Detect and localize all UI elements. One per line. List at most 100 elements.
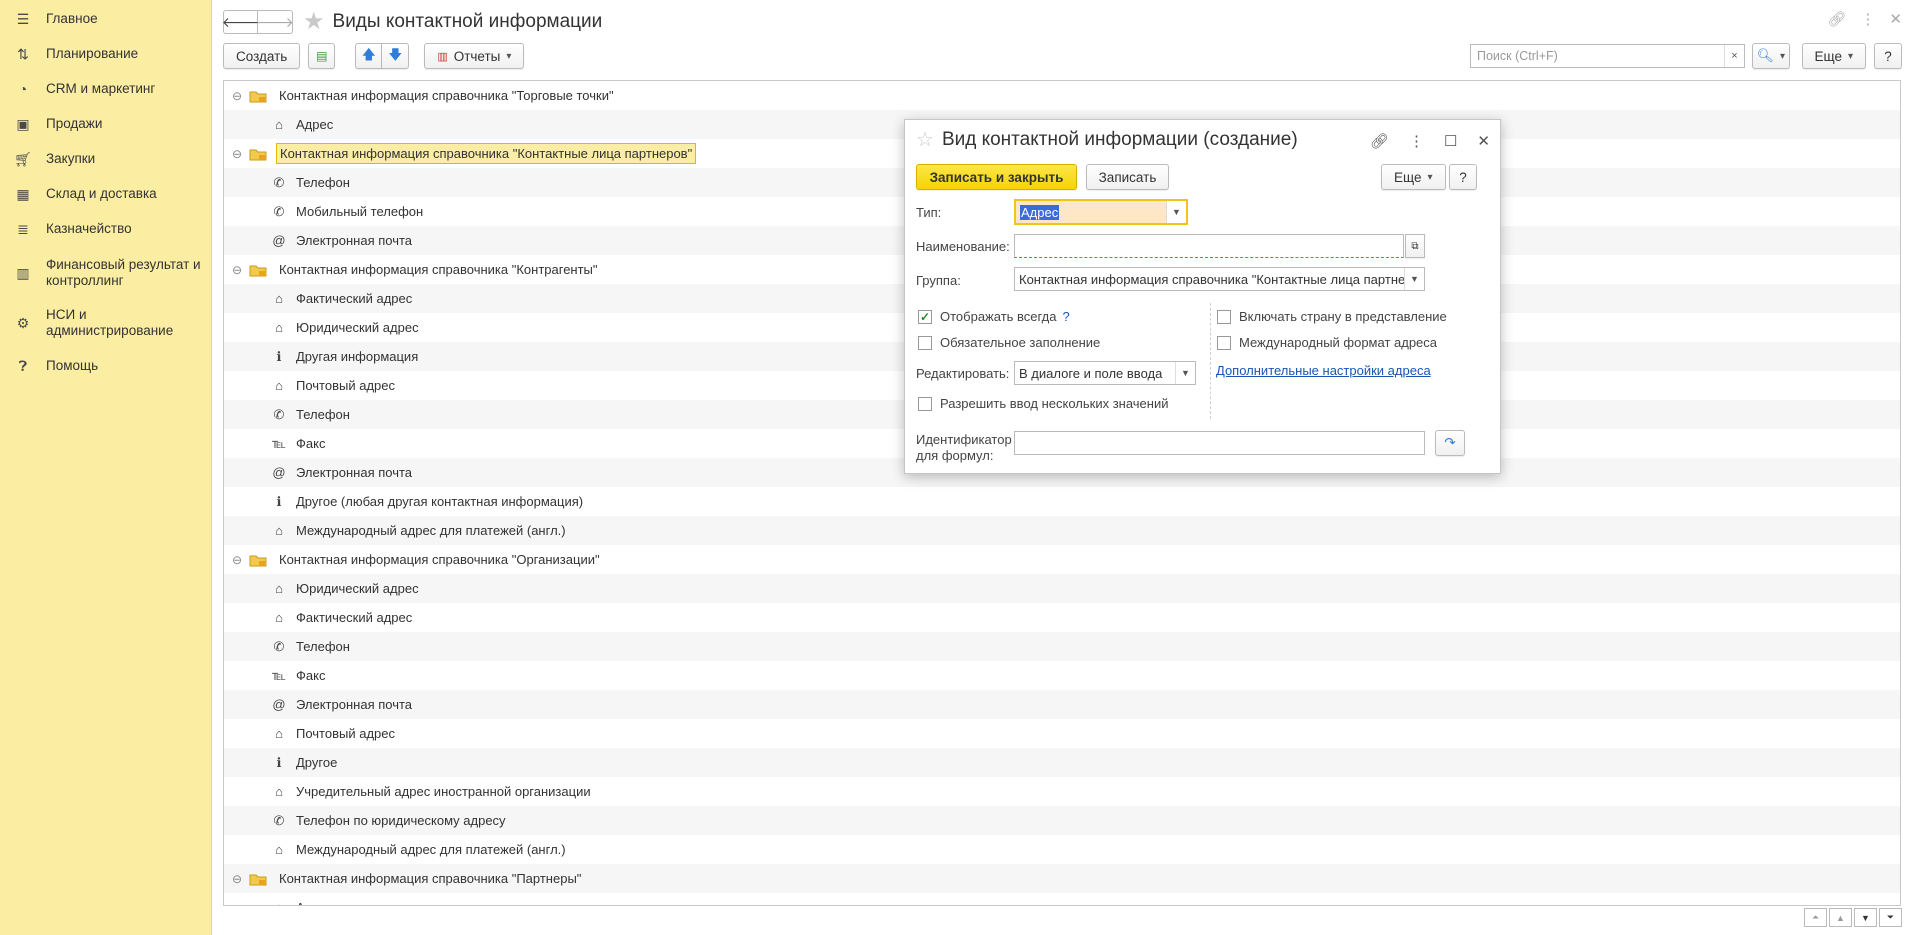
multiple-values-checkbox[interactable]: Разрешить ввод нескольких значений <box>918 396 1168 411</box>
more-vertical-icon[interactable]: ⋮ <box>1860 10 1875 28</box>
list-item[interactable]: ⌂ Почтовый адрес <box>224 719 1900 748</box>
type-select[interactable]: Адрес ▼ <box>1014 199 1188 225</box>
list-item[interactable]: ℹ Другое (любая другая контактная информа… <box>224 487 1900 516</box>
move-up-button[interactable]: 🡅 <box>355 43 383 69</box>
sidebar-item-crm[interactable]: ◔ CRM и маркетинг <box>0 81 212 97</box>
group-label: Группа: <box>916 273 961 288</box>
gear-icon: ⚙ <box>16 315 30 331</box>
create-button[interactable]: Создать <box>223 43 301 69</box>
address-icon: ⌂ <box>275 523 283 538</box>
favorite-star-icon[interactable]: ☆ <box>916 128 934 152</box>
close-icon[interactable]: ✕ <box>1477 132 1490 150</box>
list-item[interactable]: ⌂ Юридический адрес <box>224 574 1900 603</box>
maximize-icon[interactable]: ☐ <box>1444 132 1457 150</box>
sidebar-item-sales[interactable]: ▣ Продажи <box>0 116 212 132</box>
group-select[interactable]: Контактная информация справочника "Конта… <box>1014 267 1425 291</box>
dialog-more-button[interactable]: Еще <box>1381 164 1446 190</box>
collapse-icon[interactable]: ⊖ <box>232 263 244 277</box>
more-button[interactable]: Еще <box>1801 43 1866 69</box>
list-item[interactable]: ℡ Факс <box>224 661 1900 690</box>
include-country-label: Включать страну в представление <box>1239 309 1447 324</box>
address-settings-link[interactable]: Дополнительные настройки адреса <box>1216 363 1431 378</box>
link-icon[interactable]: 🔗︎ <box>1370 132 1389 150</box>
scroll-down-icon: ▼ <box>1861 912 1870 923</box>
collapse-icon[interactable]: ⊖ <box>232 89 244 103</box>
help-hint-icon[interactable]: ? <box>1063 309 1070 324</box>
show-always-checkbox[interactable]: ✓ Отображать всегда ? <box>918 309 1070 324</box>
sidebar-item-help[interactable]: ❓︎ Помощь <box>0 358 212 374</box>
required-checkbox[interactable]: Обязательное заполнение <box>918 335 1100 350</box>
show-always-label: Отображать всегда <box>940 309 1057 324</box>
collapse-icon[interactable]: ⊖ <box>232 553 244 567</box>
list-item[interactable]: ⌂ Адрес <box>224 893 1900 905</box>
sidebar-item-label: Склад и доставка <box>46 186 157 201</box>
name-field[interactable] <box>1014 234 1404 258</box>
scroll-down-button[interactable]: ▼ <box>1854 908 1877 927</box>
scroll-up-button[interactable]: ▲ <box>1829 908 1852 927</box>
formula-id-field[interactable] <box>1014 431 1425 455</box>
item-label: Юридический адрес <box>296 320 419 335</box>
move-down-button[interactable]: 🡇 <box>382 43 410 69</box>
sidebar-item-finance[interactable]: ▥ Финансовый результат и контроллинг <box>0 257 212 289</box>
link-icon[interactable]: 🔗︎ <box>1827 10 1846 28</box>
list-item[interactable]: @ Электронная почта <box>224 690 1900 719</box>
save-close-button[interactable]: Записать и закрыть <box>916 164 1077 190</box>
sidebar-item-purchases[interactable]: 🛒︎ Закупки <box>0 151 212 167</box>
help-button[interactable]: ? <box>1874 43 1902 69</box>
sidebar-item-label: НСИ и администрирование <box>46 307 174 338</box>
back-button[interactable]: 🡐 <box>221 10 260 34</box>
address-icon: ⌂ <box>275 117 283 132</box>
scroll-bottom-button[interactable]: ⏷ <box>1879 908 1902 927</box>
sidebar-item-warehouse[interactable]: ▦ Склад и доставка <box>0 186 212 202</box>
list-item[interactable]: ⌂ Международный адрес для платежей (англ.… <box>224 516 1900 545</box>
group-row[interactable]: ⊖ Контактная информация справочника "Торг… <box>224 81 1900 110</box>
list-item[interactable]: ⌂ Международный адрес для платежей (англ.… <box>224 835 1900 864</box>
scroll-top-button[interactable]: ⏶ <box>1804 908 1827 927</box>
folder-icon <box>249 147 267 161</box>
sidebar-item-admin[interactable]: ⚙ НСИ и администрирование <box>0 307 212 339</box>
edit-label: Редактировать: <box>916 366 1010 381</box>
group-row[interactable]: ⊖ Контактная информация справочника "Парт… <box>224 864 1900 893</box>
list-item[interactable]: ✆ Телефон <box>224 632 1900 661</box>
sidebar-item-planning[interactable]: ⇅ Планирование <box>0 46 212 62</box>
search-input[interactable]: Поиск (Ctrl+F) × <box>1470 44 1745 68</box>
favorite-star-icon[interactable]: ★ <box>303 10 325 34</box>
item-label: Телефон по юридическому адресу <box>296 813 506 828</box>
item-label: Телефон <box>296 407 350 422</box>
sidebar-item-main[interactable]: ☰ Главное <box>0 11 212 27</box>
create-group-button[interactable]: ▤ <box>308 43 336 69</box>
generate-id-button[interactable]: ↷ <box>1435 430 1465 456</box>
list-item[interactable]: ⌂ Учредительный адрес иностранной организ… <box>224 777 1900 806</box>
item-label: Электронная почта <box>296 465 413 480</box>
close-icon[interactable]: ✕ <box>1889 10 1902 28</box>
group-label: Контактная информация справочника "Орган… <box>279 552 600 567</box>
formula-id-label-2: для формул: <box>916 448 994 463</box>
group-row[interactable]: ⊖ Контактная информация справочника "Орга… <box>224 545 1900 574</box>
forward-button[interactable]: 🡒 <box>256 10 294 34</box>
arrow-left-icon: 🡐 <box>221 13 260 30</box>
include-country-checkbox[interactable]: Включать страну в представление <box>1217 309 1447 324</box>
search-options-button[interactable]: 🔍︎ <box>1752 43 1790 69</box>
crm-pie-icon: ◔ <box>18 81 28 97</box>
intl-format-checkbox[interactable]: Международный формат адреса <box>1217 335 1437 350</box>
list-item[interactable]: ✆ Телефон по юридическому адресу <box>224 806 1900 835</box>
sidebar-item-label: Казначейство <box>46 221 132 236</box>
collapse-icon[interactable]: ⊖ <box>232 147 244 161</box>
save-button[interactable]: Записать <box>1086 164 1169 190</box>
group-dropdown-button[interactable]: ▼ <box>1404 268 1424 290</box>
item-label: Другая информация <box>296 349 419 364</box>
more-vertical-icon[interactable]: ⋮ <box>1409 132 1424 150</box>
type-dropdown-button[interactable]: ▼ <box>1166 201 1186 223</box>
dialog-help-button[interactable]: ? <box>1449 164 1477 190</box>
name-open-button[interactable]: ⧉ <box>1405 234 1425 258</box>
info-icon: ℹ <box>276 348 282 364</box>
reports-button[interactable]: ▥ Отчеты <box>424 43 525 69</box>
search-clear-button[interactable]: × <box>1724 45 1744 67</box>
list-item[interactable]: ⌂ Фактический адрес <box>224 603 1900 632</box>
edit-mode-dropdown-button[interactable]: ▼ <box>1175 362 1195 384</box>
collapse-icon[interactable]: ⊖ <box>232 872 244 886</box>
list-item[interactable]: ℹ Другое <box>224 748 1900 777</box>
sidebar-item-treasury[interactable]: ≣ Казначейство <box>0 221 212 237</box>
item-label: Электронная почта <box>296 233 413 248</box>
edit-mode-select[interactable]: В диалоге и поле ввода ▼ <box>1014 361 1196 385</box>
